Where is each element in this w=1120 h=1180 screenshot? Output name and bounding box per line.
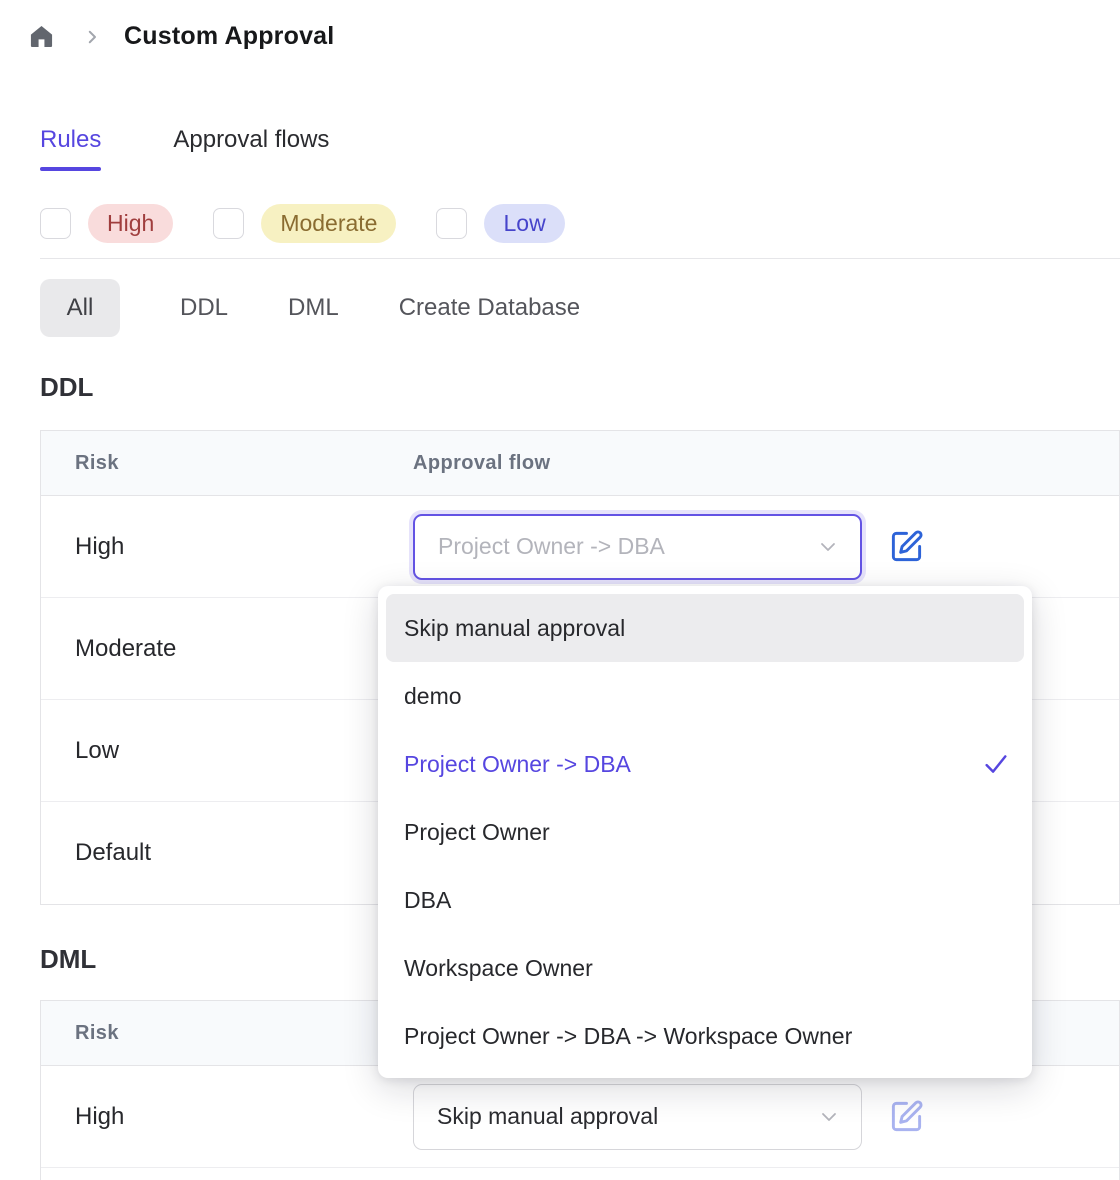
custom-approval-page: Custom Approval Rules Approval flows Hig… xyxy=(0,0,1120,1180)
chevron-down-icon xyxy=(816,535,840,559)
filter-create-database-button[interactable]: Create Database xyxy=(399,294,580,322)
filter-all-button[interactable]: All xyxy=(40,279,120,337)
dml-high-edit-flow-button[interactable] xyxy=(889,1099,924,1134)
dropdown-option-project-owner[interactable]: Project Owner xyxy=(386,798,1024,866)
ddl-row-low-risk: Low xyxy=(75,737,413,765)
filter-dml-button[interactable]: DML xyxy=(288,294,339,322)
low-risk-checkbox[interactable] xyxy=(436,208,467,239)
dropdown-option-project-owner-dba-workspace-owner[interactable]: Project Owner -> DBA -> Workspace Owner xyxy=(386,1002,1024,1070)
ddl-col-risk: Risk xyxy=(75,452,413,475)
section-divider xyxy=(40,258,1120,259)
dml-row-next-partial xyxy=(41,1168,1119,1180)
breadcrumb: Custom Approval xyxy=(28,22,334,51)
ddl-row-moderate-risk: Moderate xyxy=(75,635,413,663)
category-filter-row: All DDL DML Create Database xyxy=(40,279,580,337)
low-risk-badge[interactable]: Low xyxy=(484,204,564,243)
approval-flow-dropdown: Skip manual approval demo Project Owner … xyxy=(378,586,1032,1078)
dropdown-option-dba[interactable]: DBA xyxy=(386,866,1024,934)
page-title: Custom Approval xyxy=(124,22,334,51)
ddl-high-edit-flow-button[interactable] xyxy=(889,529,924,564)
tab-approval-flows[interactable]: Approval flows xyxy=(173,126,329,171)
dml-col-risk: Risk xyxy=(75,1022,413,1045)
ddl-section-title: DDL xyxy=(40,372,93,403)
moderate-risk-badge[interactable]: Moderate xyxy=(261,204,396,243)
dml-section-title: DML xyxy=(40,944,96,975)
breadcrumb-chevron-icon xyxy=(83,28,101,46)
active-tab-underline xyxy=(40,167,101,171)
tab-rules[interactable]: Rules xyxy=(40,126,101,171)
risk-filter-moderate: Moderate xyxy=(213,204,396,243)
check-icon xyxy=(982,750,1010,778)
ddl-high-select-value: Project Owner -> DBA xyxy=(438,533,665,560)
high-risk-checkbox[interactable] xyxy=(40,208,71,239)
dropdown-option-workspace-owner[interactable]: Workspace Owner xyxy=(386,934,1024,1002)
risk-filter-low: Low xyxy=(436,204,564,243)
dropdown-option-project-owner-dba[interactable]: Project Owner -> DBA xyxy=(386,730,1024,798)
ddl-row-high-risk: High xyxy=(75,533,413,561)
dropdown-option-demo[interactable]: demo xyxy=(386,662,1024,730)
filter-ddl-button[interactable]: DDL xyxy=(180,294,228,322)
tab-bar: Rules Approval flows xyxy=(40,126,329,171)
dml-row-high: High Skip manual approval xyxy=(41,1066,1119,1168)
dml-high-approval-flow-select[interactable]: Skip manual approval xyxy=(413,1084,862,1150)
ddl-high-approval-flow-select[interactable]: Project Owner -> DBA xyxy=(413,514,862,580)
ddl-row-high: High Project Owner -> DBA xyxy=(41,496,1119,598)
ddl-table-header: Risk Approval flow xyxy=(41,431,1119,496)
dml-high-select-value: Skip manual approval xyxy=(437,1103,658,1130)
ddl-row-high-flow-cell: Project Owner -> DBA xyxy=(413,514,1119,580)
ddl-col-approval-flow: Approval flow xyxy=(413,452,1119,475)
tab-rules-label: Rules xyxy=(40,126,101,153)
dml-row-high-flow-cell: Skip manual approval xyxy=(413,1084,1119,1150)
chevron-down-icon xyxy=(817,1105,841,1129)
home-icon[interactable] xyxy=(28,23,55,50)
risk-filter-row: High Moderate Low xyxy=(40,204,565,243)
dropdown-option-skip-manual-approval[interactable]: Skip manual approval xyxy=(386,594,1024,662)
risk-filter-high: High xyxy=(40,204,173,243)
dml-row-high-risk: High xyxy=(75,1103,413,1131)
ddl-row-default-risk: Default xyxy=(75,839,413,867)
moderate-risk-checkbox[interactable] xyxy=(213,208,244,239)
high-risk-badge[interactable]: High xyxy=(88,204,173,243)
